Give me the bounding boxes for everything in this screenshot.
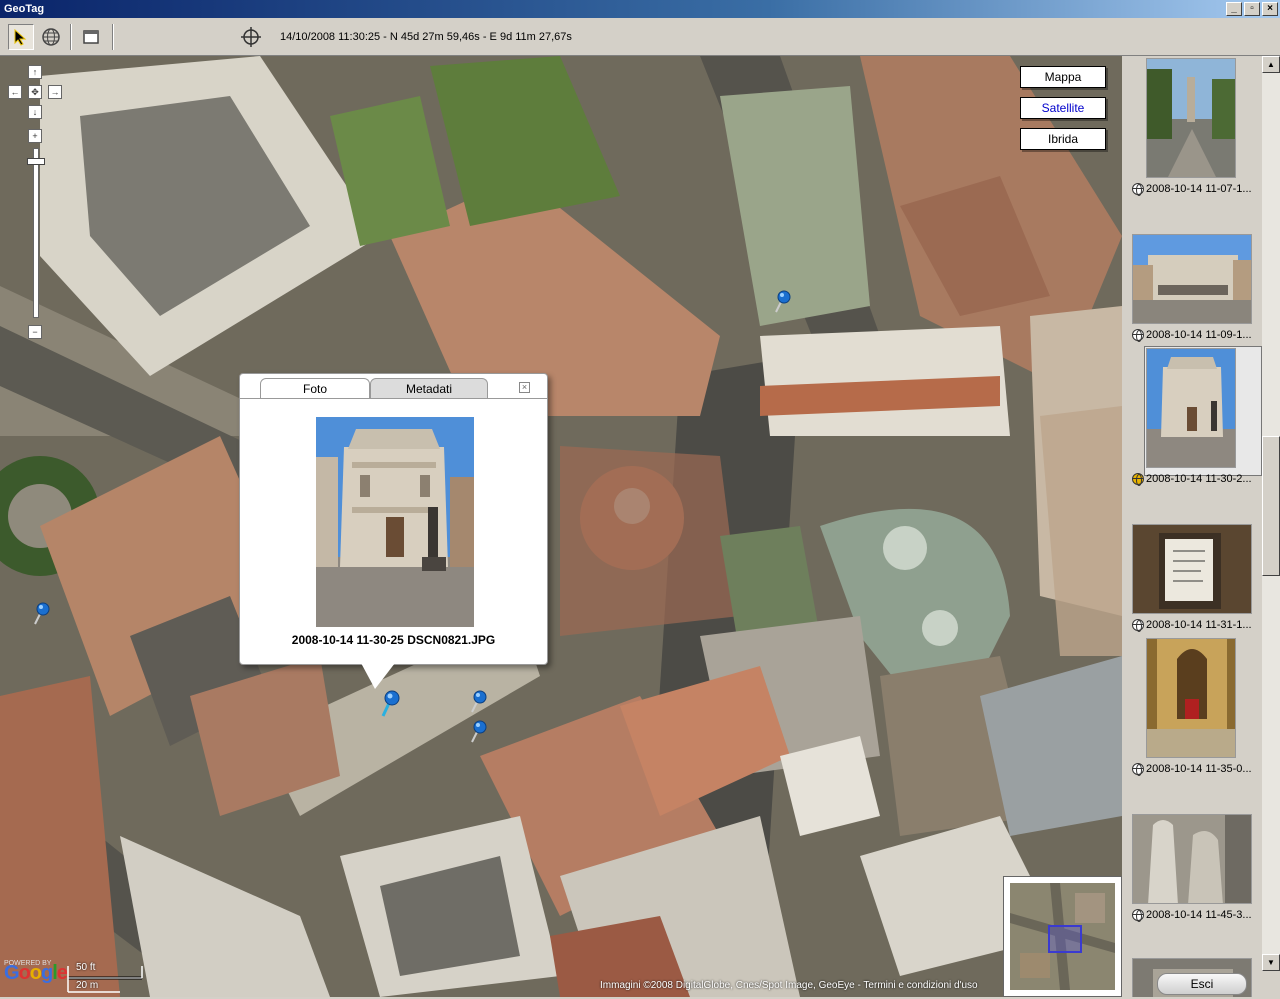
- close-button[interactable]: ×: [1262, 2, 1278, 16]
- map-type-mappa-button[interactable]: Mappa: [1020, 66, 1106, 88]
- popup-tail: [361, 663, 395, 689]
- photo-pin-icon[interactable]: [33, 602, 59, 626]
- globe-icon: [1132, 473, 1144, 486]
- thumbnail-label: 2008-10-14 11-31-1...: [1132, 619, 1252, 632]
- thumbnail-image: [1132, 814, 1252, 904]
- zoom-in-button[interactable]: +: [28, 129, 42, 143]
- thumbnail-scrollbar[interactable]: ▲ ▼: [1262, 56, 1280, 971]
- selected-photo-pin-icon[interactable]: [381, 690, 407, 717]
- thumbnail-label: 2008-10-14 11-07-1...: [1132, 183, 1252, 196]
- thumbnail-image: [1132, 234, 1252, 324]
- photo-pin-icon[interactable]: [774, 290, 800, 314]
- pan-center-button[interactable]: ✥: [28, 85, 42, 99]
- tab-foto[interactable]: Foto: [260, 378, 370, 398]
- photo-pin-icon[interactable]: [470, 720, 496, 744]
- select-arrow-icon[interactable]: [8, 24, 34, 50]
- toolbar: 14/10/2008 11:30:25 - N 45d 27m 59,46s -…: [0, 18, 1280, 56]
- map-type-satellite-button[interactable]: Satellite: [1020, 97, 1106, 119]
- thumbnail-label: 2008-10-14 11-09-1...: [1132, 329, 1252, 342]
- scroll-thumb[interactable]: [1262, 436, 1280, 576]
- thumbnail-image: [1146, 348, 1236, 468]
- toolbar-separator: [70, 24, 72, 50]
- scroll-up-button[interactable]: ▲: [1262, 56, 1280, 73]
- tab-metadati[interactable]: Metadati: [370, 378, 488, 398]
- popup-close-icon[interactable]: ×: [519, 382, 530, 393]
- zoom-out-button[interactable]: −: [28, 325, 42, 339]
- google-logo: Google: [4, 962, 68, 984]
- window-title: GeoTag: [4, 3, 45, 15]
- overview-map[interactable]: [1003, 876, 1122, 997]
- satellite-imagery: [0, 56, 1122, 997]
- map-type-ibrida-button[interactable]: Ibrida: [1020, 128, 1106, 150]
- globe-icon: [1132, 329, 1144, 342]
- coordinates-readout: 14/10/2008 11:30:25 - N 45d 27m 59,46s -…: [280, 31, 572, 43]
- overview-viewport-box[interactable]: [1048, 925, 1082, 953]
- map-copyright: Immagini ©2008 DigitalGlobe, Cnes/Spot I…: [600, 980, 978, 991]
- maximize-button[interactable]: ▫: [1244, 2, 1260, 16]
- thumbnail-image: [1146, 58, 1236, 178]
- globe-icon[interactable]: [38, 24, 64, 50]
- popup-photo: [316, 417, 474, 627]
- globe-icon: [1132, 619, 1144, 632]
- thumbnail-label: 2008-10-14 11-30-2...: [1132, 473, 1252, 486]
- pan-up-button[interactable]: ↑: [28, 65, 42, 79]
- pan-down-button[interactable]: ↓: [28, 105, 42, 119]
- minimize-button[interactable]: _: [1226, 2, 1242, 16]
- zoom-slider-thumb[interactable]: [27, 158, 45, 165]
- thumbnail-image: [1132, 524, 1252, 614]
- satellite-map[interactable]: ↑ ← ✥ → ↓ + − Mappa Satellite Ibrida POW…: [0, 56, 1122, 997]
- toolbar-separator: [112, 24, 114, 50]
- photo-popup: Foto Metadati × 2008-10-14 11-30-25 DSCN…: [239, 373, 548, 665]
- exit-button[interactable]: Esci: [1157, 973, 1247, 995]
- scale-feet-label: 50 ft: [76, 962, 96, 973]
- popup-photo-caption: 2008-10-14 11-30-25 DSCN0821.JPG: [291, 633, 496, 647]
- thumbnail-image: [1146, 638, 1236, 758]
- globe-icon: [1132, 909, 1144, 922]
- pan-right-button[interactable]: →: [48, 85, 62, 99]
- crosshair-icon[interactable]: [238, 24, 264, 50]
- pan-left-button[interactable]: ←: [8, 85, 22, 99]
- thumbnail-label: 2008-10-14 11-35-0...: [1132, 763, 1252, 776]
- map-scale: 50 ft 20 m: [66, 962, 166, 996]
- scale-meters-label: 20 m: [76, 980, 99, 991]
- scroll-down-button[interactable]: ▼: [1262, 954, 1280, 971]
- photo-pin-icon[interactable]: [470, 690, 496, 714]
- overview-map-imagery: [1010, 883, 1115, 990]
- window-icon[interactable]: [78, 24, 104, 50]
- thumbnail-label: 2008-10-14 11-45-3...: [1132, 909, 1252, 922]
- zoom-slider-track[interactable]: [33, 148, 39, 318]
- globe-icon: [1132, 763, 1144, 776]
- title-bar: GeoTag _ ▫ ×: [0, 0, 1280, 18]
- photo-thumbnail-list: 2008-10-14 11-07-1... 2008-10-14 11-09-1…: [1122, 56, 1262, 997]
- tab-divider: [240, 398, 547, 399]
- globe-icon: [1132, 183, 1144, 196]
